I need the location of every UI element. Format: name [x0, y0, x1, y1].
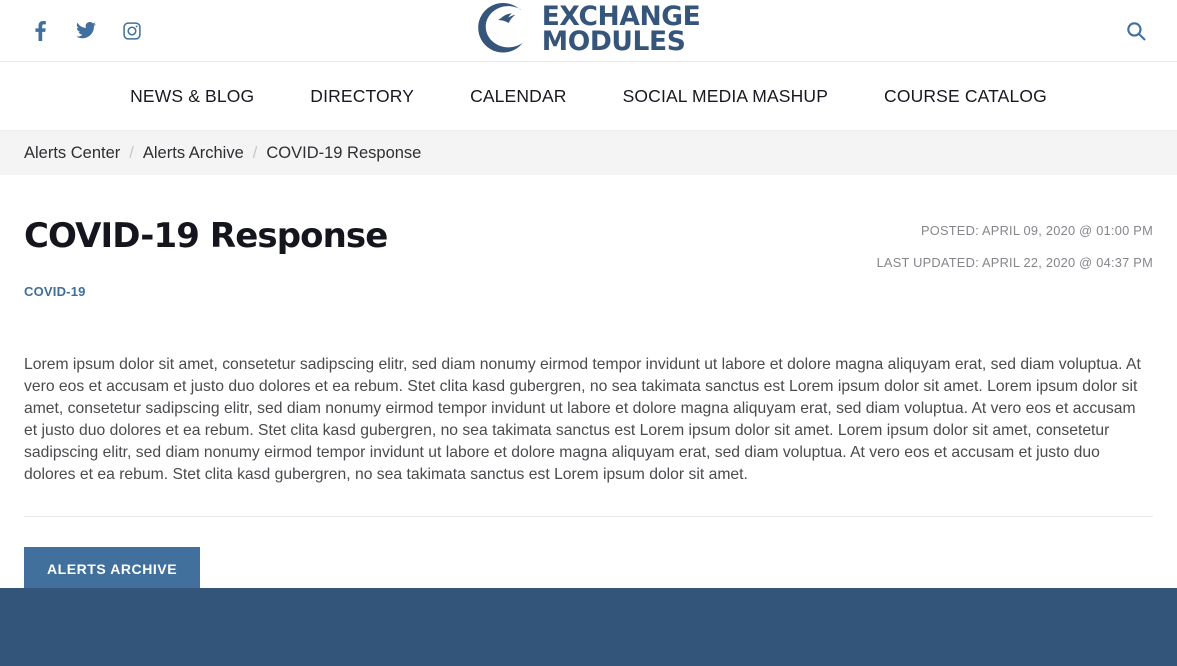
article-title-block: COVID-19 Response COVID-19: [24, 216, 388, 301]
facebook-icon[interactable]: [30, 20, 50, 42]
last-updated-date: LAST UPDATED: APRIL 22, 2020 @ 04:37 PM: [876, 254, 1153, 270]
logo-line-2: MODULES: [541, 26, 686, 57]
article-header: COVID-19 Response COVID-19 POSTED: APRIL…: [24, 175, 1153, 301]
main-nav: NEWS & BLOG DIRECTORY CALENDAR SOCIAL ME…: [0, 62, 1177, 130]
nav-item-course-catalog[interactable]: COURSE CATALOG: [856, 86, 1075, 107]
site-header: EXCHANGE MODULES: [0, 0, 1177, 62]
article-meta: POSTED: APRIL 09, 2020 @ 01:00 PM LAST U…: [877, 219, 1153, 270]
posted-date: POSTED: APRIL 09, 2020 @ 01:00 PM: [920, 223, 1153, 238]
logo-wordmark: EXCHANGE MODULES: [541, 4, 701, 57]
breadcrumb-separator: /: [129, 143, 134, 162]
breadcrumb-item-alerts-archive[interactable]: Alerts Archive: [143, 144, 244, 163]
site-logo[interactable]: EXCHANGE MODULES: [477, 3, 701, 57]
article-paragraph: Lorem ipsum dolor sit amet, consetetur s…: [24, 355, 1141, 484]
breadcrumb-bar: Alerts Center / Alerts Archive / COVID-1…: [0, 130, 1177, 175]
main-content: COVID-19 Response COVID-19 POSTED: APRIL…: [0, 175, 1177, 591]
search-icon[interactable]: [1121, 0, 1151, 61]
site-footer: [0, 588, 1177, 666]
breadcrumb-item-current: COVID-19 Response: [266, 143, 422, 162]
article-body: Lorem ipsum dolor sit amet, consetetur s…: [24, 354, 1153, 487]
nav-item-news-blog[interactable]: NEWS & BLOG: [102, 86, 282, 107]
social-links: [30, 0, 142, 61]
alerts-archive-button[interactable]: ALERTS ARCHIVE: [24, 547, 201, 591]
nav-item-social-media-mashup[interactable]: SOCIAL MEDIA MASHUP: [595, 86, 856, 107]
breadcrumb-item-alerts-center[interactable]: Alerts Center: [24, 144, 120, 163]
breadcrumb: Alerts Center / Alerts Archive / COVID-1…: [24, 144, 421, 163]
nav-item-calendar[interactable]: CALENDAR: [442, 86, 595, 107]
nav-item-directory[interactable]: DIRECTORY: [282, 86, 442, 107]
breadcrumb-separator: /: [252, 143, 258, 162]
instagram-icon[interactable]: [122, 20, 142, 42]
article-category-tag[interactable]: COVID-19: [24, 284, 86, 299]
twitter-icon[interactable]: [76, 20, 96, 42]
page-title: COVID-19 Response: [24, 216, 388, 256]
content-divider: [24, 516, 1153, 518]
page-root: EXCHANGE MODULES NEWS & BLOG DIRECTORY C…: [0, 0, 1177, 666]
crescent-swoosh-logo-mark: [477, 3, 523, 53]
